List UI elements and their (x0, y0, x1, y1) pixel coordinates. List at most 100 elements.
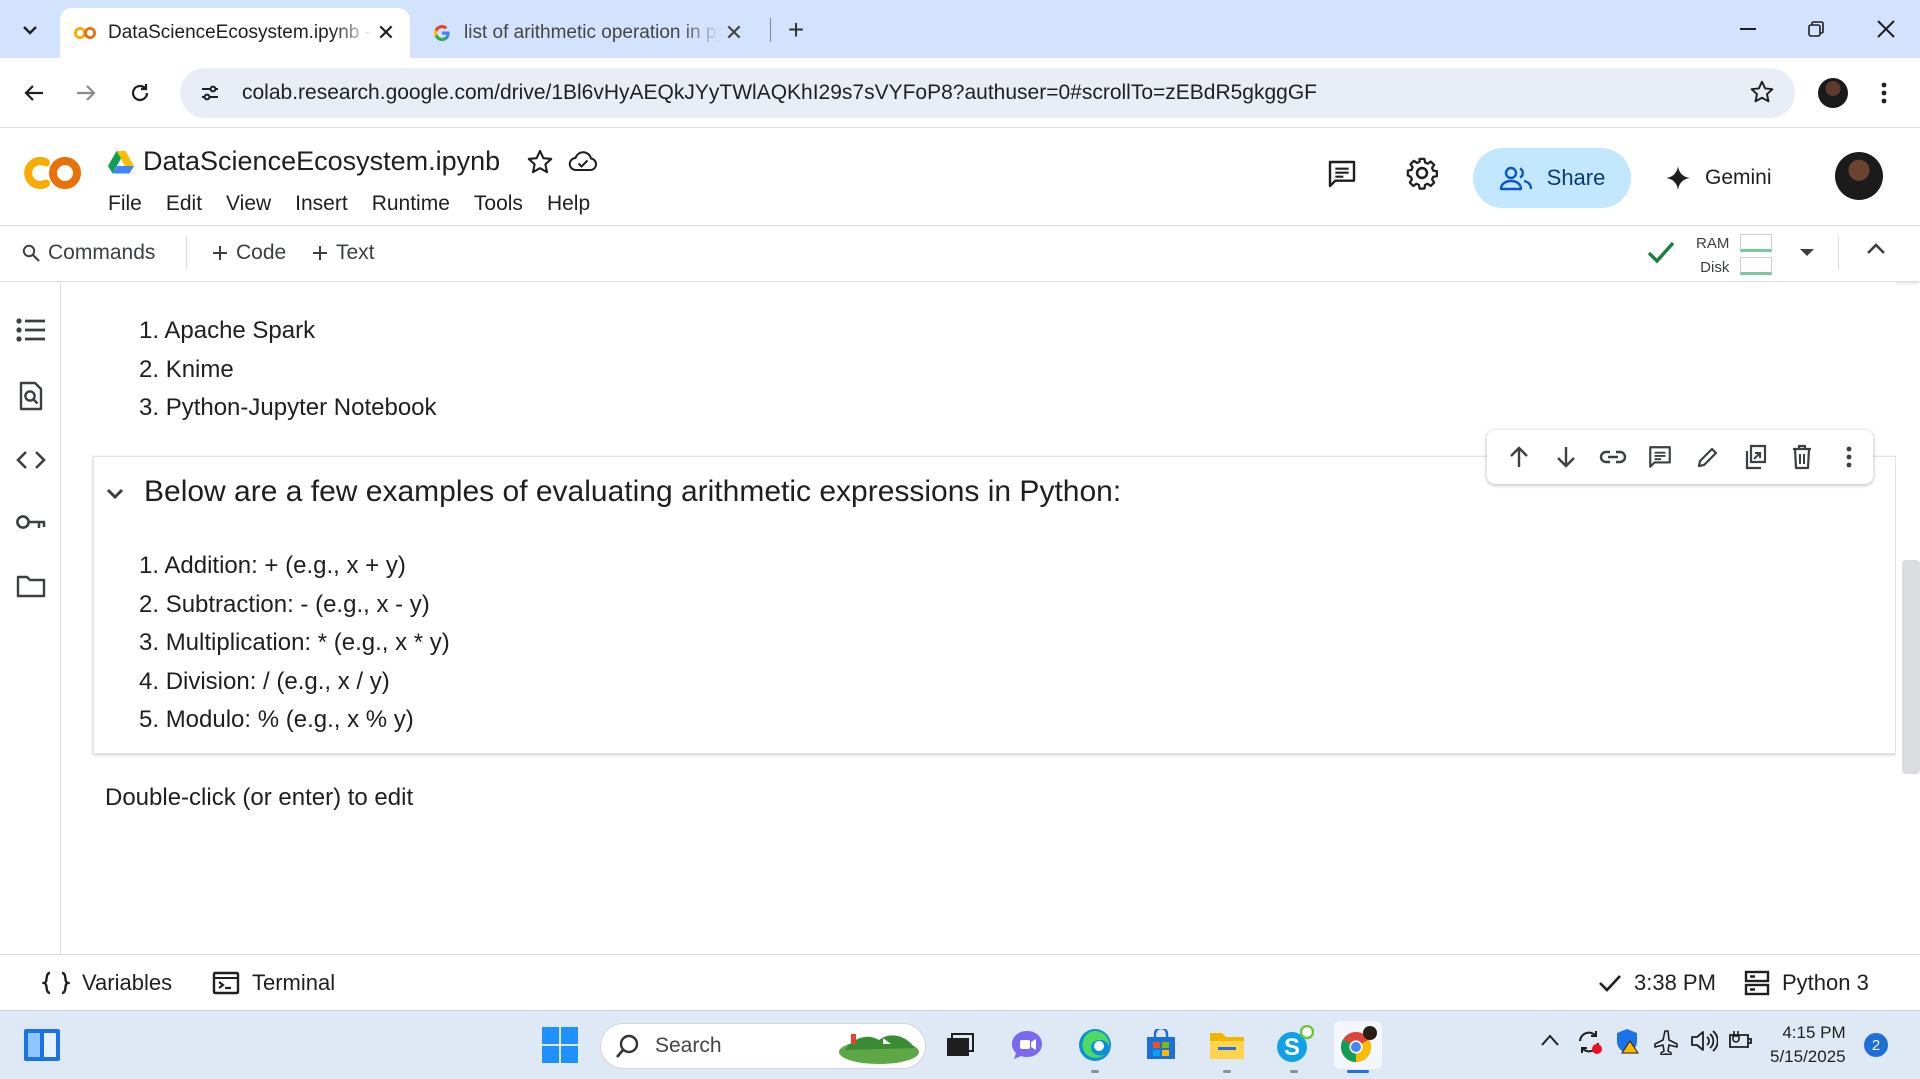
resource-labels[interactable]: RAM Disk (1696, 232, 1729, 280)
secrets-button[interactable] (13, 504, 49, 540)
reload-button[interactable] (122, 75, 158, 111)
terminal-icon (212, 971, 240, 995)
terminal-button[interactable]: Terminal (212, 967, 335, 999)
url-text: colab.research.google.com/drive/1Bl6vHyA… (242, 81, 1318, 104)
widgets-button[interactable] (18, 1021, 66, 1069)
more-cell-actions-button[interactable] (1826, 433, 1873, 481)
address-bar[interactable]: colab.research.google.com/drive/1Bl6vHyA… (180, 68, 1795, 118)
find-replace-button[interactable] (13, 378, 49, 414)
collapse-header-button[interactable] (1866, 242, 1886, 256)
security-warning-icon[interactable] (1614, 1027, 1642, 1055)
connected-check-icon[interactable] (1646, 238, 1676, 266)
forward-button[interactable] (68, 75, 104, 111)
menu-insert[interactable]: Insert (283, 192, 360, 216)
menu-view[interactable]: View (214, 192, 283, 216)
file-explorer-button[interactable] (1203, 1021, 1251, 1073)
variables-button[interactable]: Variables (42, 967, 172, 999)
colab-logo[interactable] (20, 152, 86, 194)
svg-text:S: S (1284, 1034, 1300, 1061)
restore-button[interactable] (1794, 12, 1838, 46)
system-clock[interactable]: 4:15 PM 5/15/2025 (1770, 1021, 1846, 1069)
account-avatar[interactable] (1835, 152, 1883, 200)
add-code-cell-button[interactable]: Code (212, 236, 286, 270)
arrow-right-icon (77, 85, 96, 101)
teams-chat-button[interactable] (1003, 1021, 1051, 1069)
gemini-button[interactable]: Gemini (1665, 148, 1772, 208)
volume-icon[interactable] (1690, 1029, 1718, 1053)
move-cell-down-button[interactable] (1542, 433, 1589, 481)
back-button[interactable] (16, 75, 52, 111)
bookmark-button[interactable] (1749, 79, 1775, 105)
runtime-options-button[interactable] (1796, 241, 1818, 263)
minimize-button[interactable] (1726, 12, 1770, 46)
collapse-section-button[interactable] (100, 479, 130, 509)
star-notebook-button[interactable] (526, 148, 554, 176)
notebook-title[interactable]: DataScienceEcosystem.ipynb (143, 146, 500, 177)
tab-search-button[interactable] (12, 12, 48, 48)
sync-status-icon[interactable] (1576, 1029, 1604, 1055)
taskbar-search[interactable]: Search (600, 1023, 926, 1069)
resource-meters[interactable] (1740, 234, 1772, 280)
files-button[interactable] (13, 568, 49, 604)
empty-cell-hint[interactable]: Double-click (or enter) to edit (105, 784, 413, 812)
close-tab-icon[interactable]: ✕ (720, 19, 748, 47)
add-text-cell-button[interactable]: Text (312, 236, 375, 270)
notebook-toolbar: Commands Code Text RAM Disk (0, 226, 1920, 281)
airplane-mode-icon[interactable] (1654, 1029, 1680, 1055)
tab-colab[interactable]: DataScienceEcosystem.ipynb - Colab ✕ (60, 8, 410, 58)
widgets-icon (24, 1029, 60, 1061)
menu-file[interactable]: File (108, 192, 154, 216)
scrollbar-thumb[interactable] (1902, 560, 1920, 774)
last-execution-status[interactable]: 3:38 PM (1598, 967, 1716, 999)
windows-taskbar: Search S 4:15 PM 5/15/2025 2 (0, 1010, 1920, 1079)
menu-runtime[interactable]: Runtime (360, 192, 462, 216)
notification-badge[interactable]: 2 (1864, 1033, 1888, 1057)
new-tab-button[interactable]: + (780, 14, 812, 46)
table-of-contents-button[interactable] (13, 312, 49, 348)
settings-button[interactable] (1405, 156, 1439, 190)
browser-profile-avatar[interactable] (1818, 78, 1848, 108)
chrome-button[interactable] (1334, 1021, 1382, 1073)
chrome-icon (1340, 1026, 1377, 1062)
code-snippets-button[interactable] (13, 442, 49, 478)
task-view-icon (947, 1033, 974, 1056)
comments-button[interactable] (1326, 158, 1358, 190)
notebook-content[interactable]: 1. Apache Spark 2. Knime 3. Python-Jupyt… (61, 282, 1896, 954)
menu-help[interactable]: Help (535, 192, 602, 216)
close-window-button[interactable] (1864, 12, 1908, 46)
edge-browser-button[interactable] (1071, 1021, 1119, 1073)
running-indicator (1223, 1070, 1231, 1073)
commands-label: Commands (48, 241, 156, 264)
menu-edit[interactable]: Edit (154, 192, 214, 216)
share-button[interactable]: Share (1473, 148, 1631, 208)
browser-menu-button[interactable] (1870, 76, 1898, 110)
list-item: 2. Subtraction: - (e.g., x - y) (139, 590, 430, 618)
task-view-button[interactable] (936, 1021, 984, 1069)
terminal-label: Terminal (252, 970, 336, 995)
comment-icon (1649, 446, 1672, 468)
microsoft-store-button[interactable] (1137, 1021, 1185, 1069)
close-tab-icon[interactable]: ✕ (372, 19, 400, 47)
tab-google-search[interactable]: list of arithmetic operation in python -… (422, 8, 758, 58)
star-outline-icon (1750, 80, 1774, 103)
move-cell-up-button[interactable] (1495, 433, 1542, 481)
menu-tools[interactable]: Tools (462, 192, 535, 216)
start-button[interactable] (536, 1021, 584, 1069)
google-drive-icon[interactable] (108, 150, 134, 174)
add-comment-button[interactable] (1637, 433, 1684, 481)
skype-button[interactable]: S (1270, 1021, 1318, 1073)
copy-link-button[interactable] (1590, 433, 1637, 481)
cloud-saved-icon[interactable] (568, 150, 598, 172)
edit-cell-button[interactable] (1684, 433, 1731, 481)
battery-charging-icon[interactable] (1726, 1029, 1756, 1053)
tune-icon (202, 85, 218, 101)
show-hidden-icons-button[interactable] (1540, 1033, 1560, 1047)
text-cell-selected[interactable]: Below are a few examples of evaluating a… (93, 456, 1896, 754)
site-info-button[interactable] (192, 75, 228, 111)
commands-button[interactable]: Commands (22, 236, 155, 270)
colab-favicon-icon (74, 27, 96, 39)
runtime-type-button[interactable]: Python 3 (1744, 967, 1869, 999)
delete-cell-button[interactable] (1779, 433, 1826, 481)
chat-icon (1012, 1031, 1042, 1059)
mirror-cell-button[interactable] (1731, 433, 1778, 481)
